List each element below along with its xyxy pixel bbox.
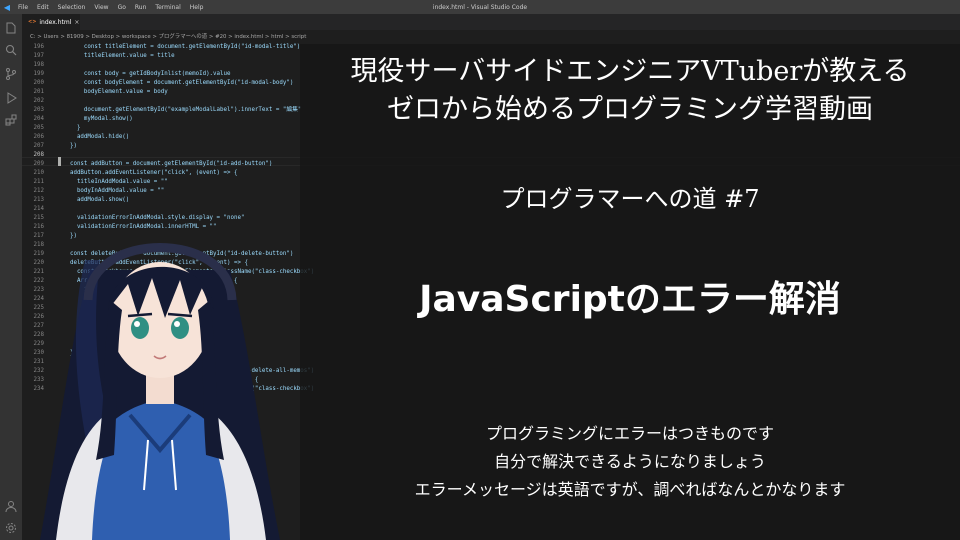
line-number: 202 <box>33 98 44 104</box>
html-file-icon: <> <box>28 19 37 25</box>
run-debug-icon[interactable] <box>4 90 18 104</box>
vtuber-avatar-image <box>40 243 280 540</box>
code-text: titleInAddModal.value = "" <box>56 179 168 185</box>
code-line[interactable]: 210 addButton.addEventListener("click", … <box>22 169 238 178</box>
line-number: 209 <box>33 161 44 167</box>
code-text: const body = getIdBodyInlist(memoId).val… <box>56 71 231 77</box>
code-text: addButton.addEventListener("click", (eve… <box>56 170 238 176</box>
code-line[interactable]: 201 bodyElement.value = body <box>22 88 168 97</box>
episode-title: プログラマーへの道 #7 <box>500 185 760 213</box>
line-number: 211 <box>33 179 44 185</box>
code-text: titleElement.value = title <box>56 53 175 59</box>
code-line[interactable]: 202 <box>22 97 56 106</box>
line-number: 200 <box>33 80 44 86</box>
note-line-2: 自分で解決できるようになりましょう <box>494 452 766 471</box>
note-line-3: エラーメッセージは英語ですが、調べればなんとかなります <box>414 480 846 499</box>
heading-line-1: 現役サーバサイドエンジニアVTuberが教える <box>350 56 910 87</box>
heading-line-2: ゼロから始めるプログラミング学習動画 <box>387 94 873 125</box>
tab-label: index.html <box>39 18 72 26</box>
source-control-icon[interactable] <box>4 66 18 80</box>
code-line[interactable]: 198 <box>22 61 56 70</box>
line-number: 206 <box>33 134 44 140</box>
line-number: 205 <box>33 125 44 131</box>
code-line[interactable]: 211 titleInAddModal.value = "" <box>22 178 168 187</box>
menu-bar: File Edit Selection View Go Run Terminal… <box>18 4 203 11</box>
code-text: const titleElement = document.getElement… <box>56 44 301 50</box>
code-line[interactable]: 199 const body = getIdBodyInlist(memoId)… <box>22 70 231 79</box>
code-text: document.getElementById("exampleModalLab… <box>56 107 302 113</box>
code-line[interactable]: 208 <box>22 151 56 160</box>
note-line-1: プログラミングにエラーはつきものです <box>485 424 774 443</box>
menu-go[interactable]: Go <box>118 4 126 11</box>
menu-selection[interactable]: Selection <box>58 4 86 11</box>
code-text: const addButton = document.getElementByI… <box>56 161 273 167</box>
code-text: myModal.show() <box>56 116 133 122</box>
code-line[interactable]: 205 } <box>22 124 81 133</box>
menu-run[interactable]: Run <box>135 4 147 11</box>
line-number: 199 <box>33 71 44 77</box>
code-line[interactable]: 209 const addButton = document.getElemen… <box>22 160 273 169</box>
line-number: 201 <box>33 89 44 95</box>
tab-bar: <> index.html × <box>22 14 960 30</box>
line-number: 207 <box>33 143 44 149</box>
breadcrumb[interactable]: C: > Users > 81909 > Desktop > workspace… <box>22 30 960 41</box>
code-line[interactable]: 197 titleElement.value = title <box>22 52 175 61</box>
menu-view[interactable]: View <box>94 4 108 11</box>
code-line[interactable]: 200 const bodyElement = document.getElem… <box>22 79 294 88</box>
line-number: 208 <box>33 152 44 158</box>
code-text: const bodyElement = document.getElementB… <box>56 80 294 86</box>
line-number: 196 <box>33 44 44 50</box>
code-text: bodyElement.value = body <box>56 89 168 95</box>
menu-edit[interactable]: Edit <box>37 4 49 11</box>
menu-help[interactable]: Help <box>190 4 204 11</box>
close-icon[interactable]: × <box>74 19 79 26</box>
extensions-icon[interactable] <box>4 112 18 126</box>
line-number: 210 <box>33 170 44 176</box>
code-text: addModal.hide() <box>56 134 130 140</box>
line-number: 203 <box>33 107 44 113</box>
thumbnail-overlay-panel: 現役サーバサイドエンジニアVTuberが教える ゼロから始めるプログラミング学習… <box>300 44 960 540</box>
code-text: }) <box>56 143 77 149</box>
code-line[interactable]: 196 const titleElement = document.getEle… <box>22 43 301 52</box>
code-line[interactable]: 207 }) <box>22 142 77 151</box>
topic-title: JavaScriptのエラー解消 <box>419 279 841 320</box>
tab-index-html[interactable]: <> index.html × <box>22 14 80 30</box>
code-line[interactable]: 203 document.getElementById("exampleModa… <box>22 106 302 115</box>
files-icon[interactable] <box>4 20 18 34</box>
code-line[interactable]: 204 myModal.show() <box>22 115 133 124</box>
title-bar: ◀ File Edit Selection View Go Run Termin… <box>0 0 960 14</box>
code-text: bodyInAddModal.value = "" <box>56 188 165 194</box>
code-text: } <box>56 125 81 131</box>
account-icon[interactable] <box>4 498 18 513</box>
activity-bar <box>0 14 22 540</box>
line-number: 197 <box>33 53 44 59</box>
code-line[interactable]: 206 addModal.hide() <box>22 133 130 142</box>
vscode-logo-icon: ◀ <box>3 2 11 12</box>
line-number: 204 <box>33 116 44 122</box>
line-number: 198 <box>33 62 44 68</box>
menu-file[interactable]: File <box>18 4 28 11</box>
code-line[interactable]: 212 bodyInAddModal.value = "" <box>22 187 165 196</box>
menu-terminal[interactable]: Terminal <box>155 4 180 11</box>
settings-gear-icon[interactable] <box>4 520 18 534</box>
search-icon[interactable] <box>4 42 18 56</box>
line-number: 212 <box>33 188 44 194</box>
